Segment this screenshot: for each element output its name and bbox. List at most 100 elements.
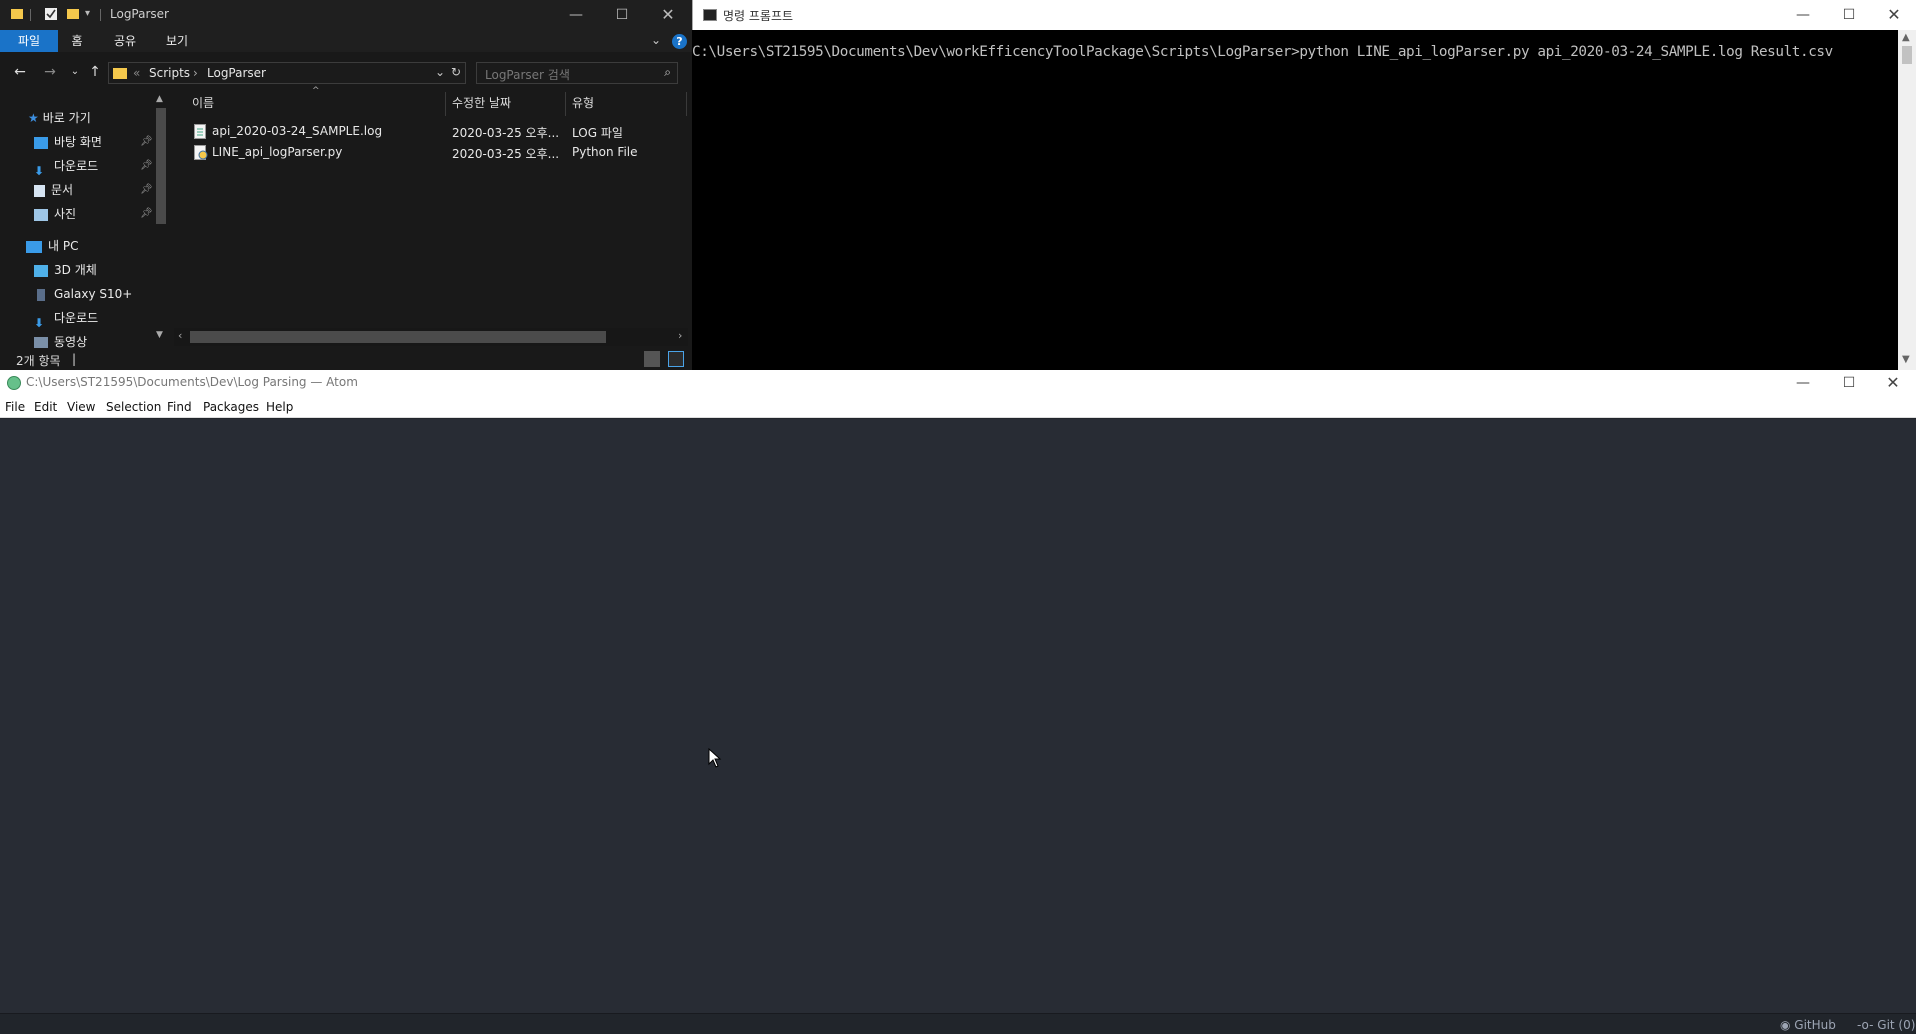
search-icon[interactable]: ⌕ — [664, 65, 671, 80]
menu-packages[interactable]: Packages — [203, 400, 259, 414]
close-icon[interactable]: ✕ — [645, 0, 691, 30]
menu-edit[interactable]: Edit — [34, 400, 57, 414]
pin-icon[interactable]: 📌︎ — [140, 180, 153, 200]
nav-label: 3D 개체 — [54, 263, 97, 277]
refresh-icon[interactable]: ↻ — [451, 65, 461, 79]
cmd-titlebar[interactable]: 명령 프롬프트 — ☐ ✕ — [692, 0, 1916, 30]
atom-statusbar: ◉ GitHub -o- Git (0) — [0, 1013, 1916, 1034]
nav-videos[interactable]: 동영상 — [34, 332, 87, 348]
pin-icon[interactable]: 📌︎ — [140, 156, 153, 176]
console-output-line[interactable]: C:\Users\ST21595\Documents\Dev\workEffic… — [692, 44, 1833, 60]
nav-label: 문서 — [51, 183, 74, 197]
window-title: C:\Users\ST21595\Documents\Dev\Log Parsi… — [26, 375, 358, 389]
nav-scrollbar[interactable]: ▲ ▼ — [154, 94, 168, 346]
git-status[interactable]: -o- Git (0) — [1857, 1018, 1915, 1032]
column-date[interactable]: 수정한 날짜 — [452, 94, 511, 114]
sort-ascending-icon: ^ — [312, 86, 320, 96]
column-divider[interactable] — [686, 92, 687, 116]
menu-help[interactable]: Help — [266, 400, 293, 414]
maximize-icon[interactable]: ☐ — [1826, 0, 1872, 30]
column-divider[interactable] — [565, 92, 566, 116]
atom-workspace[interactable] — [0, 419, 1916, 1013]
file-type: Python File — [572, 145, 638, 159]
large-icons-view-icon[interactable] — [668, 351, 684, 367]
recent-chevron-down-icon[interactable]: ⌄ — [66, 63, 84, 81]
document-icon — [34, 184, 45, 197]
column-divider[interactable] — [445, 92, 446, 116]
command-prompt-window[interactable]: 명령 프롬프트 — ☐ ✕ C:\Users\ST21595\Documents… — [692, 0, 1916, 370]
address-bar[interactable]: « Scripts › LogParser ⌄ ↻ — [108, 62, 466, 84]
forward-arrow-icon[interactable]: → — [41, 63, 59, 81]
column-name[interactable]: 이름 — [192, 94, 214, 114]
titlebar-divider — [100, 9, 101, 21]
nav-3d-objects[interactable]: 3D 개체 — [34, 260, 97, 280]
pin-icon[interactable]: 📌︎ — [140, 204, 153, 224]
address-dropdown-chevron-icon[interactable]: ⌄ — [435, 65, 445, 79]
scrollbar-thumb[interactable] — [190, 331, 606, 343]
file-row[interactable]: LINE_api_logParser.py 2020-03-25 오후... P… — [172, 141, 688, 163]
explorer-statusbar: 2개 항목 | — [0, 348, 692, 370]
github-label: GitHub — [1794, 1018, 1836, 1032]
tab-view[interactable]: 보기 — [156, 30, 198, 52]
console-icon — [703, 9, 717, 21]
scroll-right-icon[interactable]: › — [678, 329, 682, 342]
minimize-icon[interactable]: — — [1780, 370, 1826, 396]
file-name: LINE_api_logParser.py — [212, 145, 343, 159]
properties-check-icon[interactable] — [44, 7, 58, 21]
window-title: 명령 프롬프트 — [723, 9, 794, 23]
computer-icon — [26, 240, 42, 253]
close-icon[interactable]: ✕ — [1871, 0, 1916, 30]
column-type[interactable]: 유형 — [572, 94, 594, 114]
scroll-down-icon[interactable]: ▼ — [156, 330, 163, 340]
github-status[interactable]: ◉ GitHub — [1780, 1018, 1836, 1032]
breadcrumb-scripts[interactable]: Scripts — [149, 66, 190, 80]
search-input[interactable]: LogParser 검색 ⌕ — [476, 62, 678, 84]
file-row[interactable]: api_2020-03-24_SAMPLE.log 2020-03-25 오후.… — [172, 120, 688, 142]
help-icon[interactable]: ? — [672, 34, 687, 49]
menu-selection[interactable]: Selection — [106, 400, 161, 414]
nav-pc-downloads[interactable]: ⬇ 다운로드 — [34, 308, 98, 330]
close-icon[interactable]: ✕ — [1870, 370, 1916, 396]
scrollbar-thumb[interactable] — [1902, 46, 1912, 64]
git-label: Git (0) — [1877, 1018, 1916, 1032]
breadcrumb-overflow[interactable]: « — [133, 66, 140, 80]
chevron-down-icon[interactable]: ▾ — [85, 8, 90, 19]
nav-galaxy[interactable]: Galaxy S10+ — [34, 284, 132, 304]
atom-titlebar[interactable]: C:\Users\ST21595\Documents\Dev\Log Parsi… — [0, 370, 1916, 396]
pin-icon[interactable]: 📌︎ — [140, 132, 153, 152]
tab-home[interactable]: 홈 — [58, 30, 96, 52]
maximize-icon[interactable]: ☐ — [1826, 370, 1872, 396]
cube-icon — [34, 264, 48, 277]
scroll-up-icon[interactable]: ▲ — [1902, 32, 1910, 43]
file-type: LOG 파일 — [572, 126, 623, 140]
scroll-down-icon[interactable]: ▼ — [1902, 354, 1910, 365]
status-separator: | — [72, 352, 77, 366]
new-folder-icon[interactable] — [66, 7, 80, 21]
nav-label: 사진 — [54, 207, 77, 221]
horizontal-scrollbar[interactable]: ‹ › — [174, 328, 688, 346]
explorer-titlebar[interactable]: ▾ LogParser — ☐ ✕ — [0, 0, 692, 30]
tab-file[interactable]: 파일 — [0, 30, 58, 52]
scroll-left-icon[interactable]: ‹ — [178, 329, 182, 342]
minimize-icon[interactable]: — — [553, 0, 599, 30]
github-icon: ◉ — [1780, 1018, 1795, 1032]
ribbon-expand-chevron-icon[interactable]: ⌄ — [651, 33, 661, 47]
nav-this-pc[interactable]: 내 PC — [26, 236, 78, 256]
scrollbar-thumb[interactable] — [156, 108, 166, 224]
tab-share[interactable]: 공유 — [104, 30, 146, 52]
item-count: 2개 항목 — [16, 354, 61, 368]
scroll-up-icon[interactable]: ▲ — [156, 94, 163, 104]
details-view-icon[interactable] — [644, 351, 660, 367]
minimize-icon[interactable]: — — [1780, 0, 1826, 30]
back-arrow-icon[interactable]: ← — [11, 63, 29, 81]
file-date: 2020-03-25 오후... — [452, 126, 560, 140]
menu-file[interactable]: File — [5, 400, 25, 414]
menu-find[interactable]: Find — [167, 400, 192, 414]
cmd-scrollbar[interactable]: ▲ ▼ — [1898, 30, 1916, 370]
nav-quick-access[interactable]: ★ 바로 가기 — [28, 108, 91, 128]
maximize-icon[interactable]: ☐ — [599, 0, 645, 30]
menu-view[interactable]: View — [67, 400, 95, 414]
up-arrow-icon[interactable]: ↑ — [86, 63, 104, 81]
breadcrumb-logparser[interactable]: LogParser — [207, 66, 266, 80]
python-file-icon — [194, 145, 208, 160]
